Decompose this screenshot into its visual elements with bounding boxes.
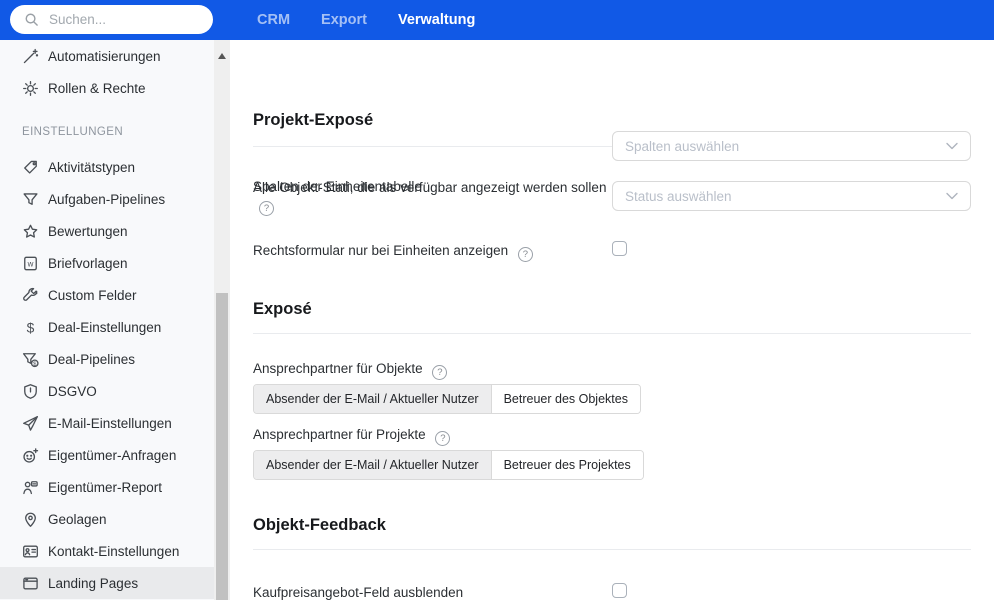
sidebar-item-label: Deal-Pipelines <box>48 351 136 367</box>
section-divider <box>253 549 971 550</box>
kaufpreis-checkbox[interactable] <box>612 583 627 598</box>
search-input[interactable] <box>47 11 228 28</box>
sidebar-section-header: EINSTELLUNGEN <box>22 126 124 138</box>
top-navigation: CRM Export Verwaltung <box>257 0 475 40</box>
sidebar-item-label: Briefvorlagen <box>48 255 128 271</box>
help-icon[interactable]: ? <box>432 365 448 380</box>
sidebar-item-aufgaben-pipelines[interactable]: Aufgaben-Pipelines <box>0 183 214 215</box>
sidebar-item-label: Rollen & Rechte <box>48 80 146 96</box>
sidebar-item-label: Aktivitätstypen <box>48 159 136 175</box>
scrollbar-thumb[interactable] <box>216 293 228 600</box>
sidebar-item-label: Eigentümer-Report <box>48 479 163 495</box>
sidebar-item-label: Eigentümer-Anfragen <box>48 447 177 463</box>
scroll-up-arrow-icon[interactable] <box>218 53 226 59</box>
app-window: CRM Export Verwaltung Automatisierungen R… <box>0 0 994 600</box>
sidebar-item-eigentümer-anfragen[interactable]: Eigentümer-Anfragen <box>0 439 214 471</box>
smiley-plus-icon <box>22 447 39 464</box>
topbar: CRM Export Verwaltung <box>0 0 994 40</box>
sidebar-item-eigentümer-report[interactable]: Eigentümer-Report <box>0 471 214 503</box>
sidebar-item-e-mail-einstellungen[interactable]: E-Mail-Einstellungen <box>0 407 214 439</box>
word-doc-icon: w <box>22 255 39 272</box>
projekte-option-betreuer[interactable]: Betreuer des Projektes <box>490 451 643 479</box>
dollar-icon: $ <box>22 319 39 336</box>
objekte-option-absender[interactable]: Absender der E-Mail / Aktueller Nutzer <box>254 385 491 413</box>
section-title-expose: Exposé <box>253 300 312 318</box>
projekte-label: Ansprechpartner für Projekte ? <box>253 426 451 446</box>
help-icon[interactable]: ? <box>435 431 451 446</box>
sidebar-item-dsgvo[interactable]: DSGVO <box>0 375 214 407</box>
main-content: Projekt-Exposé Spalten der Einheitentabe… <box>230 40 994 600</box>
star-icon <box>22 223 39 240</box>
sidebar-item-kontakt-einstellungen[interactable]: Kontakt-Einstellungen <box>0 535 214 567</box>
rechtsformular-checkbox[interactable] <box>612 241 627 256</box>
sidebar-item-label: Custom Felder <box>48 287 137 303</box>
wand-icon <box>22 48 39 65</box>
nav-item-export[interactable]: Export <box>321 12 367 28</box>
sidebar-item-custom-felder[interactable]: Custom Felder <box>0 279 214 311</box>
wrench-icon <box>22 287 39 304</box>
paper-plane-icon <box>22 415 39 432</box>
sidebar-item-label: Automatisierungen <box>48 48 161 64</box>
kaufpreis-label: Kaufpreisangebot-Feld ausblenden <box>253 585 464 600</box>
sidebar-item-label: Bewertungen <box>48 223 128 239</box>
help-icon[interactable]: ? <box>517 247 533 262</box>
map-pin-icon <box>22 511 39 528</box>
contact-card-icon <box>22 543 39 560</box>
sidebar-list: Automatisierungen Rollen & Rechte EINSTELL… <box>0 40 214 599</box>
nav-item-crm[interactable]: CRM <box>257 12 290 28</box>
sidebar-item-briefvorlagen[interactable]: w Briefvorlagen <box>0 247 214 279</box>
sidebar-item-bewertungen[interactable]: Bewertungen <box>0 215 214 247</box>
status-select[interactable]: Status auswählen <box>612 181 971 211</box>
chevron-down-icon <box>946 142 958 150</box>
projekte-toggle-group: Absender der E-Mail / Aktueller Nutzer B… <box>253 450 644 480</box>
section-divider <box>253 333 971 334</box>
browser-window-icon <box>22 575 39 592</box>
settings-sidebar: Automatisierungen Rollen & Rechte EINSTELL… <box>0 40 230 600</box>
sidebar-item-label: Aufgaben-Pipelines <box>48 191 166 207</box>
sidebar-item-geolagen[interactable]: Geolagen <box>0 503 214 535</box>
sidebar-item-label: Geolagen <box>48 511 107 527</box>
chevron-down-icon <box>946 192 958 200</box>
sidebar-item-deal-pipelines[interactable]: $ Deal-Pipelines <box>0 343 214 375</box>
nav-item-verwaltung[interactable]: Verwaltung <box>398 12 475 28</box>
sidebar-item-landing-pages[interactable]: Landing Pages <box>0 567 214 599</box>
status-label: Alle Objekt-Stati, die als verfügbar ang… <box>253 180 607 216</box>
objekte-label: Ansprechpartner für Objekte ? <box>253 360 448 380</box>
funnel-icon <box>22 191 39 208</box>
rechtsformular-label: Rechtsformular nur bei Einheiten anzeige… <box>253 242 533 262</box>
objekte-option-betreuer[interactable]: Betreuer des Objektes <box>490 385 640 413</box>
sidebar-item-rollen-rechte[interactable]: Rollen & Rechte <box>0 72 214 104</box>
sidebar-item-label: E-Mail-Einstellungen <box>48 415 172 431</box>
objekte-toggle-group: Absender der E-Mail / Aktueller Nutzer B… <box>253 384 641 414</box>
tag-icon <box>22 159 39 176</box>
sidebar-item-aktivitätstypen[interactable]: Aktivitätstypen <box>0 151 214 183</box>
svg-text:$: $ <box>33 361 37 367</box>
projekte-option-absender[interactable]: Absender der E-Mail / Aktueller Nutzer <box>254 451 491 479</box>
gear-icon <box>22 80 39 97</box>
sidebar-item-deal-einstellungen[interactable]: $ Deal-Einstellungen <box>0 311 214 343</box>
section-title-projekt-expose: Projekt-Exposé <box>253 111 374 129</box>
sidebar-item-label: Deal-Einstellungen <box>48 319 162 335</box>
sidebar-item-label: Kontakt-Einstellungen <box>48 543 180 559</box>
help-icon[interactable]: ? <box>259 201 274 216</box>
section-title-objekt-feedback: Objekt-Feedback <box>253 516 386 534</box>
global-search[interactable] <box>10 5 228 34</box>
status-select-placeholder: Status auswählen <box>625 188 732 204</box>
search-icon <box>24 12 39 27</box>
sidebar-item-label: DSGVO <box>48 383 97 399</box>
funnel-dollar-icon: $ <box>22 351 39 368</box>
sidebar-item-label: Landing Pages <box>48 575 139 591</box>
sidebar-item-automatisierungen[interactable]: Automatisierungen <box>0 40 214 72</box>
svg-text:$: $ <box>27 319 35 335</box>
sidebar-scrollbar[interactable] <box>214 40 230 600</box>
columns-select[interactable]: Spalten auswählen <box>612 131 971 161</box>
svg-text:w: w <box>27 259 34 268</box>
person-report-icon <box>22 479 39 496</box>
shield-icon <box>22 383 39 400</box>
columns-select-placeholder: Spalten auswählen <box>625 138 740 154</box>
